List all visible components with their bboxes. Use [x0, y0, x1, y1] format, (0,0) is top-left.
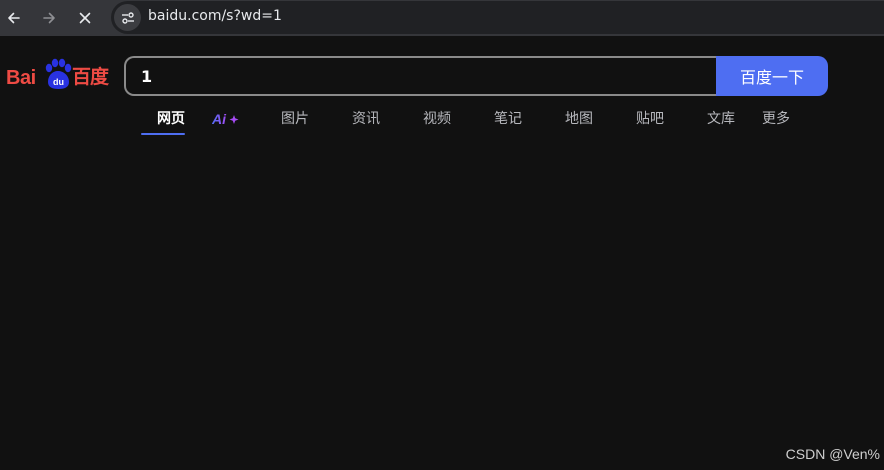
search-button[interactable]: 百度一下	[716, 56, 828, 96]
tab-map[interactable]: 地图	[565, 110, 593, 128]
paw-letters: du	[53, 77, 64, 87]
ai-tab-label: Ai	[212, 111, 227, 127]
tab-tieba[interactable]: 贴吧	[636, 110, 664, 128]
baidu-logo[interactable]: Bai du 百度	[6, 56, 110, 96]
tab-images[interactable]: 图片	[281, 110, 309, 128]
address-bar[interactable]: baidu.com/s?wd=1	[111, 1, 884, 34]
tab-wenku[interactable]: 文库	[707, 110, 735, 128]
site-info-button[interactable]	[114, 4, 141, 31]
search-results-page: Bai du 百度 百度一下 网页 Ai 图片 资讯 视频 笔记 地图 贴吧 文…	[0, 36, 884, 470]
url-text[interactable]: baidu.com/s?wd=1	[148, 8, 282, 24]
search-input[interactable]	[126, 58, 711, 94]
tune-icon	[121, 11, 134, 24]
tab-web[interactable]: 网页	[157, 110, 185, 128]
stop-loading-button[interactable]	[73, 6, 97, 30]
forward-button[interactable]	[37, 6, 61, 30]
baidu-paw-icon: du	[45, 58, 72, 89]
tab-video[interactable]: 视频	[423, 110, 451, 128]
ai-sparkle-icon	[229, 115, 239, 124]
browser-toolbar: baidu.com/s?wd=1	[0, 0, 884, 36]
tab-ai[interactable]: Ai	[212, 111, 240, 127]
arrow-right-icon	[43, 12, 55, 24]
close-icon	[79, 12, 91, 24]
active-tab-underline	[141, 133, 185, 135]
logo-chinese-text: 百度	[72, 67, 109, 88]
tab-more[interactable]: 更多	[762, 110, 790, 128]
logo-latin-text: Bai	[6, 67, 36, 89]
arrow-left-icon	[8, 12, 20, 24]
tab-news[interactable]: 资讯	[352, 110, 380, 128]
search-box	[124, 56, 718, 96]
back-button[interactable]	[2, 6, 26, 30]
tab-notes[interactable]: 笔记	[494, 110, 522, 128]
csdn-watermark: CSDN @Ven%	[785, 446, 880, 462]
